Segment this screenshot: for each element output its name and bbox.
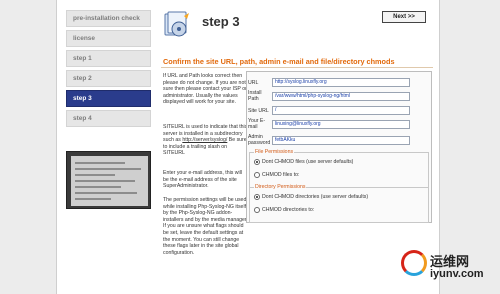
page-title: step 3 bbox=[202, 14, 240, 29]
url-label: URL bbox=[248, 80, 259, 86]
sidebar-item-step-3[interactable]: step 3 bbox=[66, 90, 151, 107]
email-input[interactable]: linuxing@linuxfly.org bbox=[272, 120, 410, 129]
sidebar-item-step-4[interactable]: step 4 bbox=[66, 110, 151, 127]
help-text-email: Enter your e-mail address, this will be … bbox=[163, 170, 242, 190]
dir-dont-chmod-label: Dont CHMOD directories (use server defau… bbox=[262, 194, 369, 200]
help-text-permissions: The permission settings will be used whi… bbox=[163, 197, 248, 256]
file-chmod-label: CHMOD files to: bbox=[262, 172, 300, 178]
heading-divider bbox=[161, 67, 433, 68]
next-button-label: Next bbox=[393, 14, 407, 20]
section-heading: Confirm the site URL, path, admin e-mail… bbox=[163, 57, 395, 66]
site-url-input[interactable]: / bbox=[272, 106, 410, 115]
install-path-label: Install Path bbox=[248, 90, 262, 102]
installer-logo-icon bbox=[162, 10, 192, 40]
email-label: Your E-mail bbox=[248, 118, 266, 130]
help-siteurl-link[interactable]: http://server/syslog/ bbox=[182, 137, 227, 143]
directory-permissions-legend: Directory Permissions bbox=[254, 184, 307, 190]
admin-password-label: Admin password bbox=[248, 134, 271, 146]
dir-chmod-radio[interactable] bbox=[254, 207, 260, 213]
sidebar-item-license[interactable]: license bbox=[66, 30, 151, 47]
file-chmod-radio[interactable] bbox=[254, 172, 260, 178]
help-text-siteurl: SITEURL is used to indicate that this se… bbox=[163, 124, 248, 157]
next-arrow-icon: >> bbox=[407, 14, 415, 20]
sidebar-item-pre-installation-check[interactable]: pre-installation check bbox=[66, 10, 151, 27]
watermark-url: iyunv.com bbox=[430, 268, 484, 280]
next-button[interactable]: Next >> bbox=[382, 11, 426, 23]
dir-dont-chmod-radio[interactable] bbox=[254, 194, 260, 200]
admin-password-input[interactable]: fetbAKku bbox=[272, 136, 410, 145]
directory-permissions-group bbox=[249, 187, 429, 223]
watermark-logo-icon bbox=[401, 250, 427, 276]
dir-chmod-label: CHMOD directories to: bbox=[262, 207, 315, 213]
step-sidebar: pre-installation check license step 1 st… bbox=[66, 10, 151, 130]
url-input[interactable]: http://syslog.linuxfly.org bbox=[272, 78, 410, 87]
sidebar-item-step-1[interactable]: step 1 bbox=[66, 50, 151, 67]
site-url-label: Site URL bbox=[248, 108, 269, 114]
file-dont-chmod-label: Dont CHMOD files (use server defaults) bbox=[262, 159, 354, 165]
file-dont-chmod-radio[interactable] bbox=[254, 159, 260, 165]
sidebar-item-step-2[interactable]: step 2 bbox=[66, 70, 151, 87]
install-path-input[interactable]: /var/www/html/php-syslog-ng/html bbox=[272, 92, 410, 101]
file-permissions-group bbox=[249, 152, 429, 188]
preview-thumbnail bbox=[66, 151, 151, 209]
file-permissions-legend: File Permissions bbox=[254, 149, 295, 155]
help-text-url: If URL and Path looks correct then pleas… bbox=[163, 73, 247, 106]
